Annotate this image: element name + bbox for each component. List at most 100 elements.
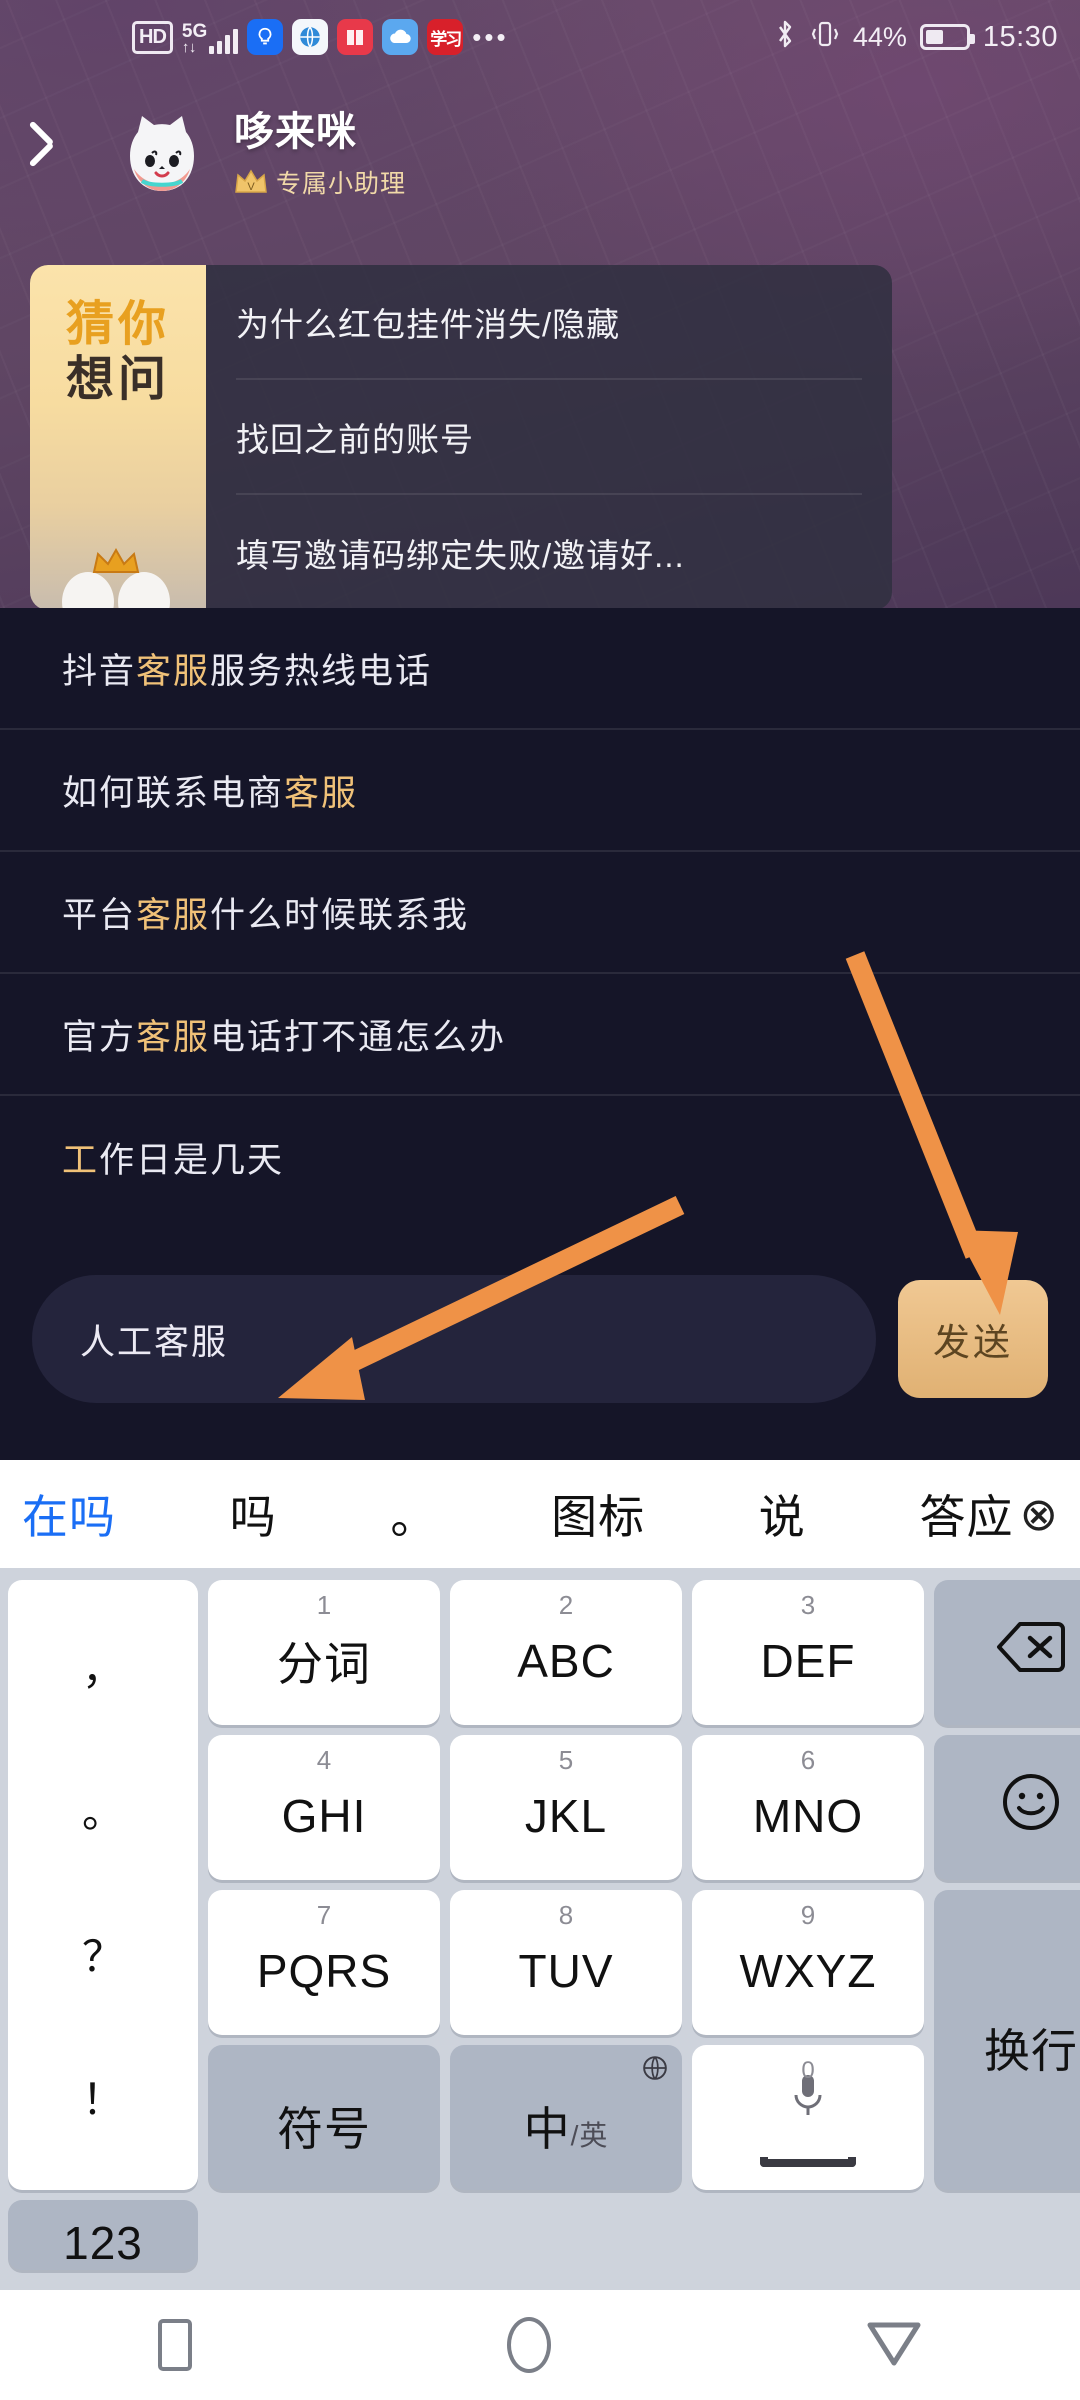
emoji-icon xyxy=(1000,1771,1062,1845)
send-button[interactable]: 发送 xyxy=(898,1280,1048,1398)
key-2[interactable]: 2 ABC xyxy=(450,1580,682,1725)
key-number: 9 xyxy=(800,1900,816,1930)
clock-label: 15:30 xyxy=(982,20,1058,53)
suggestion-text-post: 什么时候联系我 xyxy=(210,895,470,935)
guess-badge-line1: 猜你 xyxy=(65,298,170,351)
key-8[interactable]: 8 TUV xyxy=(450,1890,682,2035)
page-title: 哆来咪 xyxy=(234,109,357,154)
key-number: 7 xyxy=(316,1900,332,1930)
suggestion-text-highlight: 客服 xyxy=(136,895,211,935)
guess-card: 猜你 想问 为什么红包挂件消失/隐藏 找回之前的账号 填写邀请码绑定失败/邀请好… xyxy=(30,265,892,610)
guess-badge: 猜你 想问 xyxy=(30,265,206,610)
study-icon: 学习 xyxy=(427,19,464,55)
enter-key[interactable]: 换行 xyxy=(934,1890,1080,2190)
suggestion-text-pre: 官方 xyxy=(62,1017,137,1057)
suggestion-text-pre: 如何联系电商 xyxy=(62,773,285,813)
candidate-item[interactable]: 吗 xyxy=(230,1481,277,1547)
key-6[interactable]: 6 MNO xyxy=(692,1735,924,1880)
hd-icon: HD xyxy=(132,20,173,54)
key-number: 5 xyxy=(558,1745,574,1775)
globe-icon[interactable] xyxy=(642,2055,668,2088)
emoji-key[interactable] xyxy=(934,1735,1080,1880)
language-key[interactable]: 中/英 xyxy=(450,2045,682,2190)
candidate-item[interactable]: 图标 xyxy=(551,1481,645,1547)
key-label: TUV xyxy=(518,1944,614,1997)
header-subtitle-row: V 专属小助理 xyxy=(234,164,406,200)
suggestion-text-post: 服务热线电话 xyxy=(210,651,433,691)
suggestion-overlay: 抖音 客服 服务热线电话 如何联系电商 客服 平台 客服 什么时候联系我 官方 客服 电话打不… xyxy=(0,608,1080,1460)
signal-bars-icon xyxy=(209,26,239,54)
key-5[interactable]: 5 JKL xyxy=(450,1735,682,1880)
space-bar-icon xyxy=(760,2156,856,2167)
candidate-item[interactable]: 。 xyxy=(390,1481,437,1547)
input-row: 人工客服 发送 xyxy=(0,1218,1080,1460)
battery-icon xyxy=(919,24,975,50)
cloud-icon xyxy=(382,19,419,55)
symbol-key[interactable]: 符号 xyxy=(208,2045,440,2190)
avatar[interactable] xyxy=(116,103,208,195)
candidate-item[interactable]: 在吗 xyxy=(22,1481,116,1547)
key-label: DEF xyxy=(760,1634,856,1687)
guess-item[interactable]: 找回之前的账号 xyxy=(236,380,862,495)
backspace-key[interactable] xyxy=(934,1580,1080,1725)
backspace-icon xyxy=(996,1620,1066,1686)
numeric-key-label: 123 xyxy=(63,2217,143,2269)
space-key[interactable]: 0 xyxy=(692,2045,924,2190)
key-number: 3 xyxy=(800,1590,816,1620)
overflow-dots-icon: ••• xyxy=(472,21,509,52)
close-candidates-icon[interactable]: ⊗ xyxy=(1019,1487,1058,1541)
suggestion-text-pre: 抖音 xyxy=(62,651,137,691)
status-right-icons: 44% 15:30 xyxy=(773,18,1058,57)
suggestion-text-highlight: 工 xyxy=(62,1140,100,1180)
lightbulb-icon xyxy=(247,19,284,55)
numeric-key[interactable]: 123 xyxy=(8,2200,198,2270)
candidate-item[interactable]: 说 xyxy=(759,1481,806,1547)
guess-list: 为什么红包挂件消失/隐藏 找回之前的账号 填写邀请码绑定失败/邀请好... xyxy=(206,265,892,610)
recents-icon[interactable] xyxy=(157,2319,192,2371)
guess-badge-line2: 想问 xyxy=(65,353,170,407)
suggestion-item[interactable]: 抖音 客服 服务热线电话 xyxy=(0,608,1080,730)
suggestion-text-pre: 平台 xyxy=(62,895,137,935)
suggestion-item[interactable]: 如何联系电商 客服 xyxy=(0,730,1080,852)
key-comma[interactable]: ， xyxy=(82,1648,124,1691)
key-label: JKL xyxy=(524,1789,608,1842)
suggestion-item[interactable]: 官方 客服 电话打不通怎么办 xyxy=(0,974,1080,1096)
language-key-label: 中/英 xyxy=(524,2093,609,2159)
key-period[interactable]: 。 xyxy=(82,1792,124,1834)
crown-badge-icon: V xyxy=(234,169,268,195)
bluetooth-icon xyxy=(773,18,797,57)
book-icon xyxy=(337,19,374,55)
suggestion-text-post: 作日是几天 xyxy=(99,1140,285,1180)
home-icon[interactable] xyxy=(506,2317,551,2373)
key-label: 分词 xyxy=(277,1637,371,1690)
guess-item[interactable]: 为什么红包挂件消失/隐藏 xyxy=(236,265,862,380)
key-exclaim[interactable]: ！ xyxy=(82,2079,124,2121)
suggestion-text-post: 电话打不通怎么办 xyxy=(210,1017,507,1057)
enter-key-label: 换行 xyxy=(984,2025,1078,2077)
key-1[interactable]: 1 分词 xyxy=(208,1580,440,1725)
battery-percent-label: 44% xyxy=(852,21,907,52)
back-arrow-icon[interactable] xyxy=(38,119,92,179)
key-label: ABC xyxy=(517,1634,615,1687)
phone-screen: HD 5G ↑↓ 学习 ••• 44% 15:30 哆来咪 V 专属小助理 猜你… xyxy=(0,0,1080,2400)
punctuation-key[interactable]: ， 。 ？ ！ xyxy=(8,1580,198,2190)
key-7[interactable]: 7 PQRS xyxy=(208,1890,440,2035)
badge-cat-icon xyxy=(62,547,170,610)
key-number: 2 xyxy=(558,1590,574,1620)
guess-item[interactable]: 填写邀请码绑定失败/邀请好... xyxy=(236,495,862,610)
symbol-key-label: 符号 xyxy=(277,2102,371,2155)
chat-header: 哆来咪 V 专属小助理 xyxy=(0,90,1080,208)
key-3[interactable]: 3 DEF xyxy=(692,1580,924,1725)
key-question[interactable]: ？ xyxy=(82,1935,124,1978)
back-icon[interactable] xyxy=(866,2319,922,2372)
candidate-item[interactable]: 答应 xyxy=(919,1481,1013,1547)
svg-text:V: V xyxy=(247,181,255,193)
suggestion-item[interactable]: 工作日是几天 xyxy=(0,1096,1080,1218)
key-label: WXYZ xyxy=(739,1944,877,1997)
keyboard-grid: ， 。 ？ ！ 1 分词 2 ABC 3 DEF 4 GHI 5 JKL 6 M… xyxy=(0,1568,1080,2290)
key-9[interactable]: 9 WXYZ xyxy=(692,1890,924,2035)
network-activity-label: ↑↓ xyxy=(181,38,197,56)
suggestion-item[interactable]: 平台 客服 什么时候联系我 xyxy=(0,852,1080,974)
key-4[interactable]: 4 GHI xyxy=(208,1735,440,1880)
message-input[interactable]: 人工客服 xyxy=(32,1275,876,1403)
